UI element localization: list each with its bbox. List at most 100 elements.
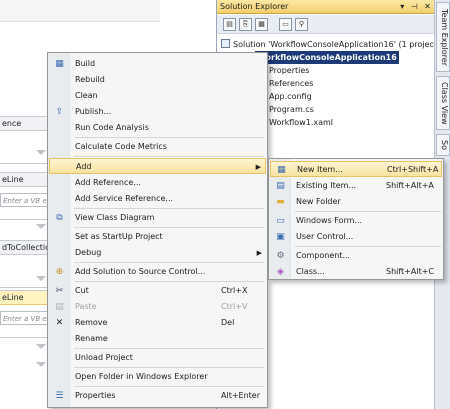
flow-arrow bbox=[36, 224, 46, 229]
menu-separator bbox=[74, 227, 264, 228]
menu-item-add-service-reference[interactable]: Add Service Reference... bbox=[49, 191, 266, 207]
flow-arrow bbox=[36, 276, 46, 281]
menu-item-label: Existing Item... bbox=[296, 181, 357, 190]
expression-input[interactable]: Enter a VB exp bbox=[0, 311, 52, 325]
flow-arrow bbox=[36, 362, 46, 367]
menu-item-component[interactable]: ⚙ Component... bbox=[270, 248, 442, 264]
menu-item-label: Rebuild bbox=[75, 75, 105, 84]
menu-item-rebuild[interactable]: Rebuild bbox=[49, 72, 266, 88]
tree-item-app-config[interactable]: App.config bbox=[269, 90, 312, 103]
menu-separator bbox=[295, 246, 441, 247]
menu-item-properties[interactable]: ☰ Properties Alt+Enter bbox=[49, 388, 266, 404]
dock-tab-solution-explorer[interactable]: So bbox=[436, 134, 450, 156]
menu-item-label: Build bbox=[75, 59, 96, 68]
solution-explorer-toolbar: ▤ ⎘ ▦ ▭ ⚲ bbox=[217, 15, 434, 34]
menu-item-new-item[interactable]: ▦ New Item... Ctrl+Shift+A bbox=[270, 161, 442, 177]
menu-item-label: Clean bbox=[75, 91, 98, 100]
menu-item-label: Run Code Analysis bbox=[75, 123, 149, 132]
menu-item-label: Open Folder in Windows Explorer bbox=[75, 372, 208, 381]
tree-item-workflow1-xaml[interactable]: Workflow1.xaml bbox=[269, 116, 333, 129]
menu-item-label: New Item... bbox=[297, 165, 343, 174]
folder-icon: ▬ bbox=[276, 197, 285, 207]
menu-item-run-code-analysis[interactable]: Run Code Analysis bbox=[49, 120, 266, 136]
menu-item-add-solution-to-source-control[interactable]: ⊕ Add Solution to Source Control... bbox=[49, 264, 266, 280]
paste-icon: ▤ bbox=[55, 302, 64, 312]
menu-item-remove[interactable]: ✕ Remove Del bbox=[49, 315, 266, 331]
menu-item-add-reference[interactable]: Add Reference... bbox=[49, 175, 266, 191]
auto-hide-pin-icon[interactable]: ⊣ bbox=[411, 2, 418, 11]
refresh-icon[interactable]: ▦ bbox=[255, 18, 268, 31]
menu-item-shortcut: Shift+Alt+C bbox=[386, 267, 435, 276]
panel-menu-icon[interactable]: ▾ bbox=[400, 2, 404, 11]
menu-item-class[interactable]: ◈ Class... Shift+Alt+C bbox=[270, 264, 442, 280]
menu-item-view-class-diagram[interactable]: ⧉ View Class Diagram bbox=[49, 210, 266, 226]
view-code-icon[interactable]: ▭ bbox=[279, 18, 292, 31]
menu-separator bbox=[74, 262, 264, 263]
view-designer-icon[interactable]: ⚲ bbox=[295, 18, 308, 31]
menu-item-label: Properties bbox=[75, 391, 116, 400]
panel-title: Solution Explorer bbox=[220, 2, 289, 11]
expression-input[interactable]: Enter a VB exp bbox=[0, 193, 52, 207]
solution-icon bbox=[221, 39, 230, 48]
designer-header bbox=[0, 0, 160, 22]
menu-item-label: Paste bbox=[75, 302, 97, 311]
menu-separator bbox=[295, 211, 441, 212]
dock-tab-team-explorer[interactable]: Team Explorer bbox=[436, 2, 450, 72]
menu-item-user-control[interactable]: ▣ User Control... bbox=[270, 229, 442, 245]
menu-item-publish[interactable]: ⇪ Publish... bbox=[49, 104, 266, 120]
menu-item-open-folder-in-explorer[interactable]: Open Folder in Windows Explorer bbox=[49, 369, 266, 385]
submenu-arrow-icon: ▶ bbox=[255, 163, 261, 171]
menu-item-label: New Folder bbox=[296, 197, 341, 206]
menu-item-shortcut: Del bbox=[221, 318, 235, 327]
panel-title-buttons: ▾ ⊣ ✕ bbox=[396, 0, 431, 14]
cut-icon: ✂ bbox=[55, 286, 64, 296]
tree-item-solution[interactable]: Solution 'WorkflowConsoleApplication16' … bbox=[221, 38, 440, 51]
menu-item-set-startup-project[interactable]: Set as StartUp Project bbox=[49, 229, 266, 245]
form-icon: ▭ bbox=[276, 216, 285, 226]
menu-separator bbox=[74, 348, 264, 349]
class-icon: ◈ bbox=[277, 267, 284, 277]
build-icon: ▦ bbox=[55, 59, 64, 69]
menu-item-build[interactable]: ▦ Build bbox=[49, 56, 266, 72]
remove-icon: ✕ bbox=[55, 318, 64, 328]
menu-item-cut[interactable]: ✂ Cut Ctrl+X bbox=[49, 283, 266, 299]
menu-item-windows-form[interactable]: ▭ Windows Form... bbox=[270, 213, 442, 229]
menu-item-label: Rename bbox=[75, 334, 108, 343]
tree-item-program-cs[interactable]: Program.cs bbox=[269, 103, 314, 116]
menu-item-debug[interactable]: Debug ▶ bbox=[49, 245, 266, 261]
menu-item-paste[interactable]: ▤ Paste Ctrl+V bbox=[49, 299, 266, 315]
menu-item-unload-project[interactable]: Unload Project bbox=[49, 350, 266, 366]
menu-item-existing-item[interactable]: ▤ Existing Item... Shift+Alt+A bbox=[270, 178, 442, 194]
menu-item-new-folder[interactable]: ▬ New Folder bbox=[270, 194, 442, 210]
tree-item-references[interactable]: References bbox=[269, 77, 313, 90]
menu-item-shortcut: Ctrl+V bbox=[221, 302, 248, 311]
menu-separator bbox=[74, 208, 264, 209]
flow-arrow bbox=[36, 344, 46, 349]
menu-item-add[interactable]: Add ▶ bbox=[49, 158, 266, 174]
menu-item-label: Calculate Code Metrics bbox=[75, 142, 167, 151]
menu-item-label: Cut bbox=[75, 286, 89, 295]
menu-item-shortcut: Ctrl+X bbox=[221, 286, 248, 295]
menu-item-label: Set as StartUp Project bbox=[75, 232, 163, 241]
tree-item-properties[interactable]: Properties bbox=[269, 64, 309, 77]
submenu-arrow-icon: ▶ bbox=[256, 249, 262, 257]
menu-item-label: Add Reference... bbox=[75, 178, 141, 187]
show-all-files-icon[interactable]: ⎘ bbox=[239, 18, 252, 31]
class-diagram-icon: ⧉ bbox=[56, 213, 63, 223]
menu-item-label: Windows Form... bbox=[296, 216, 363, 225]
menu-item-label: Unload Project bbox=[75, 353, 133, 362]
close-icon[interactable]: ✕ bbox=[424, 2, 431, 11]
project-context-menu: ▦ Build Rebuild Clean ⇪ Publish... Run C… bbox=[47, 52, 268, 408]
dock-tab-class-view[interactable]: Class View bbox=[436, 76, 450, 130]
properties-icon[interactable]: ▤ bbox=[223, 18, 236, 31]
menu-item-calculate-code-metrics[interactable]: Calculate Code Metrics bbox=[49, 139, 266, 155]
menu-item-rename[interactable]: Rename bbox=[49, 331, 266, 347]
menu-item-label: Add bbox=[76, 162, 92, 171]
menu-separator bbox=[74, 156, 264, 157]
tree-item-project[interactable]: WorkflowConsoleApplication16 bbox=[255, 51, 399, 64]
menu-separator bbox=[74, 386, 264, 387]
menu-item-clean[interactable]: Clean bbox=[49, 88, 266, 104]
properties-icon: ☰ bbox=[55, 391, 64, 401]
solution-explorer-title-bar: Solution Explorer ▾ ⊣ ✕ bbox=[217, 0, 434, 14]
menu-separator bbox=[74, 281, 264, 282]
